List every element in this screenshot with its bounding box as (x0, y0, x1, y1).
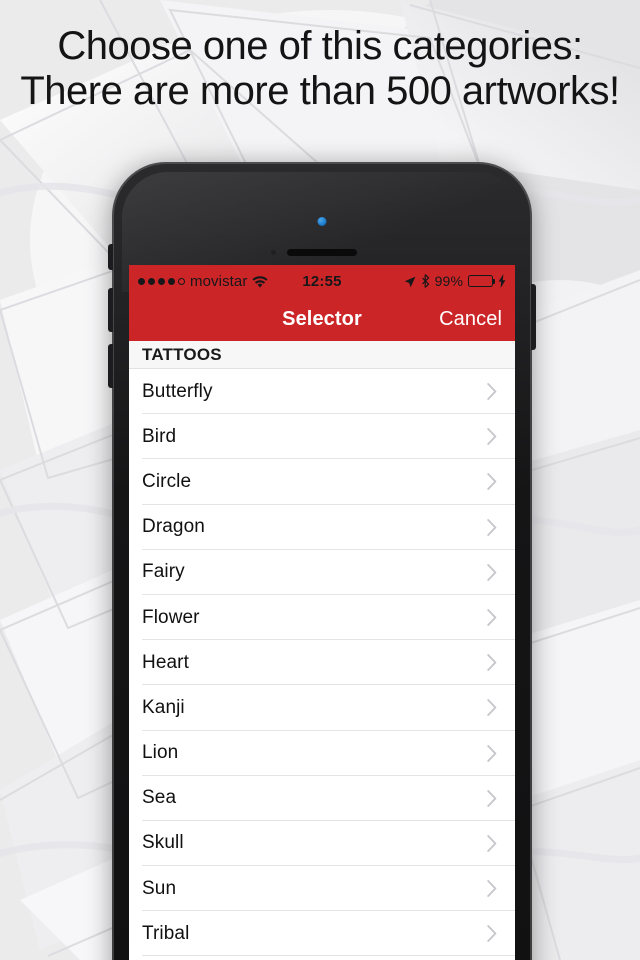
list-item-label: Butterfly (142, 380, 213, 402)
volume-down-button[interactable] (108, 344, 113, 388)
list-item[interactable]: Heart (129, 640, 515, 686)
signal-dot-2 (148, 277, 155, 285)
section-header-tattoos: TATTOOS (129, 341, 515, 369)
promo-headline-line2: There are more than 500 artworks! (20, 69, 620, 113)
chevron-right-icon (487, 880, 497, 898)
chevron-right-icon (487, 473, 497, 491)
phone-device-frame: movistar 12:55 99% Selector Cancel TATTO… (108, 162, 536, 960)
power-button[interactable] (531, 284, 536, 350)
list-item[interactable]: Sun (129, 866, 515, 912)
battery-percentage: 99% (434, 273, 463, 289)
charging-bolt-icon (498, 274, 506, 288)
chevron-right-icon (487, 383, 497, 401)
proximity-sensor-icon (271, 250, 276, 255)
list-item[interactable]: Skull (129, 820, 515, 867)
signal-strength-icon (138, 277, 185, 285)
phone-screen: movistar 12:55 99% Selector Cancel TATTO… (129, 265, 515, 960)
chevron-right-icon (487, 428, 497, 446)
status-bar: movistar 12:55 99% (129, 265, 515, 297)
chevron-right-icon (487, 744, 497, 762)
navigation-bar: Selector Cancel (129, 297, 515, 341)
status-bar-left: movistar (138, 273, 268, 290)
list-item-label: Dragon (142, 516, 205, 538)
battery-icon (468, 275, 496, 287)
signal-dot-5 (178, 277, 185, 285)
location-arrow-icon (404, 275, 416, 288)
signal-dot-1 (138, 277, 145, 285)
earpiece-speaker-icon (287, 249, 357, 256)
promo-headline-line1: Choose one of this categories: (57, 24, 583, 68)
front-camera-icon (317, 217, 327, 226)
chevron-right-icon (487, 654, 497, 672)
volume-up-button[interactable] (108, 288, 113, 332)
chevron-right-icon (487, 835, 497, 852)
list-item[interactable]: Fairy (129, 549, 515, 596)
wifi-icon (252, 275, 268, 289)
chevron-right-icon (487, 925, 497, 943)
category-rows: Butterfly Bird Circle Dragon Fairy Flowe… (129, 369, 515, 957)
list-item-label: Tribal (142, 922, 190, 944)
chevron-right-icon (487, 699, 497, 717)
list-item-label: Fairy (142, 561, 185, 583)
list-item[interactable]: Flower (129, 594, 515, 641)
list-item[interactable]: Dragon (129, 504, 515, 550)
bluetooth-icon (421, 274, 430, 288)
carrier-name: movistar (190, 272, 248, 290)
list-item-label: Heart (142, 651, 189, 673)
chevron-right-icon (487, 518, 497, 536)
list-item-label: Lion (142, 742, 179, 764)
chevron-right-icon (487, 609, 497, 626)
list-item-label: Sea (142, 787, 177, 809)
signal-dot-3 (158, 277, 165, 285)
list-item-label: Sun (142, 877, 177, 899)
promo-headline: Choose one of this categories: There are… (0, 24, 640, 114)
list-item[interactable]: Butterfly (129, 369, 515, 415)
status-bar-right: 99% (404, 273, 506, 289)
list-item-label: Flower (142, 606, 200, 628)
signal-dot-4 (168, 277, 175, 285)
chevron-right-icon (487, 563, 497, 581)
list-item-label: Kanji (142, 696, 185, 718)
category-list[interactable]: TATTOOS Butterfly Bird Circle Dragon Fai… (129, 341, 515, 960)
list-item[interactable]: Circle (129, 459, 515, 505)
mute-switch-button[interactable] (108, 244, 113, 270)
list-item[interactable]: Sea (129, 775, 515, 822)
cancel-button[interactable]: Cancel (439, 308, 502, 331)
list-item-label: Circle (142, 470, 192, 492)
list-item[interactable]: Tribal (129, 911, 515, 957)
list-item[interactable]: Lion (129, 730, 515, 776)
list-item[interactable]: Bird (129, 414, 515, 460)
list-item-label: Bird (142, 425, 177, 447)
list-item-label: Skull (142, 832, 184, 854)
list-item[interactable]: Kanji (129, 685, 515, 731)
chevron-right-icon (487, 789, 497, 807)
